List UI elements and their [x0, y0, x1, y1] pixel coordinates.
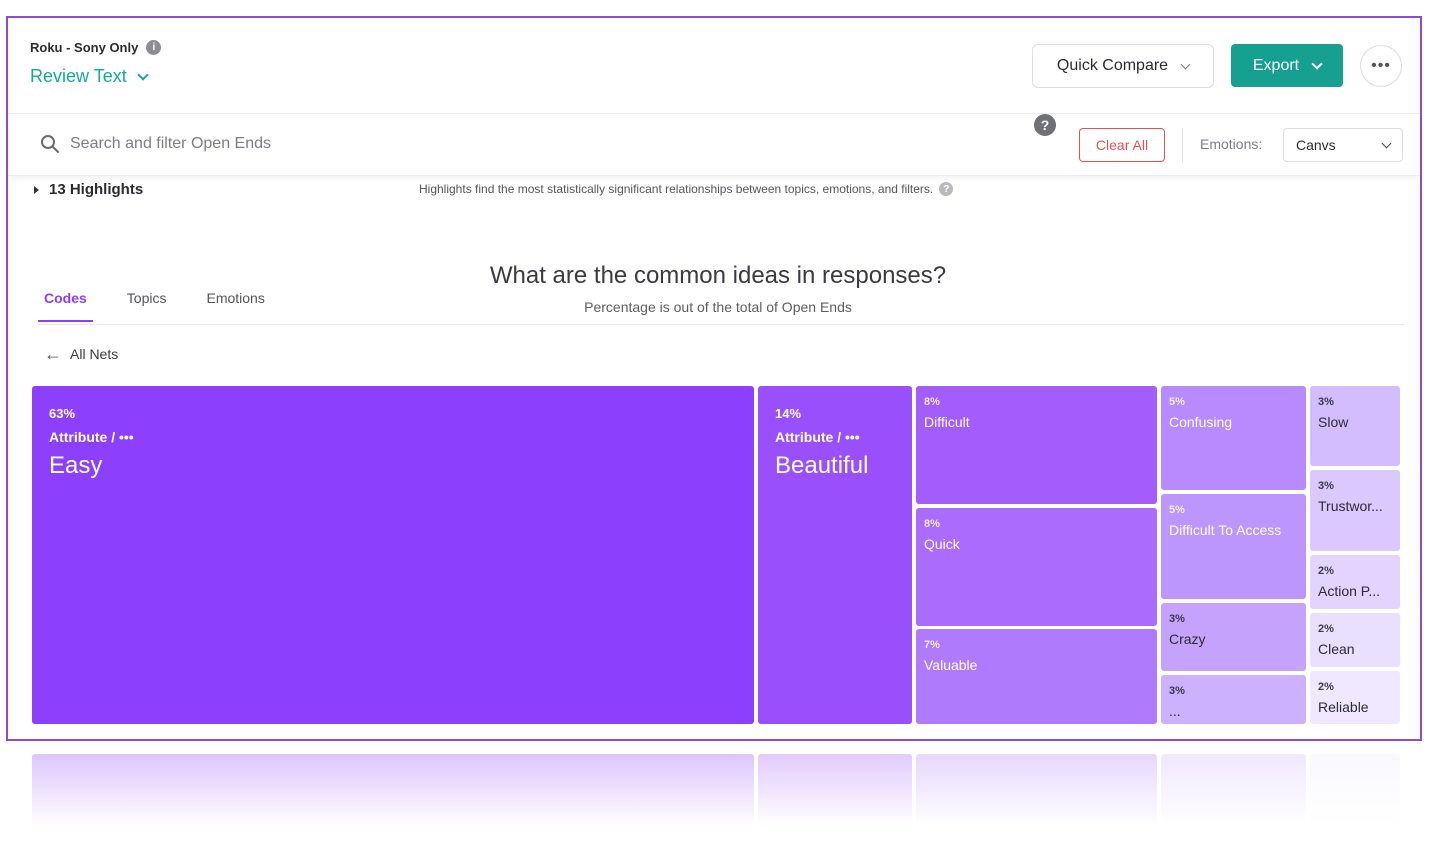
project-title: Roku - Sony Only i	[30, 40, 162, 55]
help-icon: ?	[1034, 114, 1056, 136]
info-icon[interactable]: i	[146, 40, 162, 55]
clear-all-label: Clear All	[1095, 137, 1149, 153]
chevron-down-icon	[1311, 57, 1323, 70]
quick-compare-label: Quick Compare	[1056, 57, 1169, 74]
more-icon: •••	[1371, 57, 1391, 74]
treemap-cell[interactable]: 3% Crazy	[1161, 603, 1306, 671]
search-input[interactable]	[70, 130, 670, 158]
treemap-cell[interactable]: 2% Clean	[1310, 613, 1400, 667]
cell-percent: 8%	[924, 518, 940, 530]
cell-label: Trustwor...	[1318, 498, 1383, 514]
arrow-left-icon: ←	[44, 344, 62, 364]
cell-category: Attribute / •••	[49, 429, 134, 445]
back-to-all-nets[interactable]: ← All Nets	[44, 344, 119, 364]
chart-title: What are the common ideas in responses?	[489, 262, 947, 289]
treemap-cell[interactable]: 63% Attribute / ••• Easy	[32, 386, 754, 724]
treemap-cell[interactable]: 5% Confusing	[1161, 386, 1306, 490]
treemap-cell[interactable]: 2% Reliable	[1310, 671, 1400, 724]
export-button[interactable]: Export	[1231, 44, 1343, 87]
search-bar: Clear All Emotions: Canvs	[8, 114, 1420, 176]
chart-subtitle: Percentage is out of the total of Open E…	[584, 299, 852, 315]
highlights-label: 13 Highlights	[49, 181, 144, 198]
tab-topics[interactable]: Topics	[121, 290, 173, 322]
view-selector-label: Review Text	[30, 66, 127, 86]
caret-right-icon	[34, 185, 39, 194]
treemap-cell[interactable]: 8% Quick	[916, 508, 1157, 626]
cell-label: Difficult To Access	[1169, 522, 1282, 538]
chart-tabs: Codes Topics Emotions	[38, 290, 271, 322]
cell-percent: 14%	[775, 406, 802, 421]
cell-percent: 2%	[1318, 623, 1334, 635]
quick-compare-button[interactable]: Quick Compare	[1032, 44, 1214, 88]
treemap-cell[interactable]: 2% Action P...	[1310, 555, 1400, 609]
divider	[38, 324, 1404, 325]
header: Roku - Sony Only i Review Text Quick Com…	[8, 18, 1420, 114]
cell-percent: 2%	[1318, 565, 1334, 577]
treemap-cell[interactable]: 5% Difficult To Access	[1161, 494, 1306, 599]
cell-label: Slow	[1318, 414, 1349, 430]
project-name: Roku - Sony Only	[30, 40, 139, 55]
cell-label: Reliable	[1318, 699, 1369, 715]
treemap-cell[interactable]: 8% Difficult	[916, 386, 1157, 504]
back-label: All Nets	[70, 346, 119, 362]
tab-emotions[interactable]: Emotions	[200, 290, 270, 322]
cell-label: Clean	[1318, 641, 1355, 657]
cell-percent: 3%	[1169, 613, 1185, 625]
cell-label: Valuable	[924, 657, 978, 673]
export-label: Export	[1252, 56, 1300, 74]
treemap-cell[interactable]: 14% Attribute / ••• Beautiful	[758, 386, 912, 724]
chevron-down-icon	[137, 68, 149, 81]
help-icon[interactable]: ?	[939, 182, 954, 196]
more-options-button[interactable]: •••	[1360, 45, 1402, 87]
cell-label: Confusing	[1169, 414, 1233, 430]
cell-percent: 63%	[49, 406, 76, 421]
reflection	[0, 742, 1447, 841]
cell-category: Attribute / •••	[775, 429, 860, 445]
app-frame: Roku - Sony Only i Review Text Quick Com…	[6, 16, 1422, 741]
emotions-label: Emotions:	[1200, 136, 1263, 152]
cell-label: Difficult	[924, 414, 970, 430]
treemap-cell[interactable]: 3%...	[1161, 675, 1306, 724]
cell-label: ...	[1169, 703, 1181, 719]
treemap-cell[interactable]: 7% Valuable	[916, 629, 1157, 724]
help-button[interactable]: ?	[1034, 114, 1056, 136]
cell-percent: 5%	[1169, 504, 1185, 516]
view-selector[interactable]: Review Text	[30, 66, 149, 87]
emotions-select[interactable]: Canvs	[1283, 128, 1403, 162]
cell-percent: 7%	[924, 639, 940, 651]
highlights-note: Highlights find the most statistically s…	[419, 182, 954, 196]
cell-label: Action P...	[1318, 583, 1381, 599]
chevron-down-icon	[1381, 138, 1392, 148]
tab-codes[interactable]: Codes	[38, 290, 93, 322]
cell-percent: 3%	[1318, 396, 1334, 408]
highlights-toggle[interactable]: 13 Highlights	[34, 181, 143, 198]
cell-percent: 5%	[1169, 396, 1185, 408]
cell-percent: 2%	[1318, 681, 1334, 693]
cell-label: Easy	[49, 452, 103, 479]
cell-percent: 8%	[924, 396, 940, 408]
cell-percent: 3%	[1169, 685, 1185, 697]
cell-label: Beautiful	[775, 452, 869, 479]
emotions-value: Canvs	[1296, 137, 1336, 153]
treemap-cell[interactable]: 3% Slow	[1310, 386, 1400, 466]
divider	[1182, 128, 1183, 162]
cell-label: Quick	[924, 536, 960, 552]
treemap-cell[interactable]: 3% Trustwor...	[1310, 470, 1400, 551]
clear-all-button[interactable]: Clear All	[1079, 128, 1165, 162]
cell-percent: 3%	[1318, 480, 1334, 492]
highlights-note-text: Highlights find the most statistically s…	[419, 182, 934, 196]
chevron-down-icon	[1180, 59, 1191, 69]
search-icon	[41, 135, 59, 153]
cell-label: Crazy	[1169, 631, 1206, 647]
